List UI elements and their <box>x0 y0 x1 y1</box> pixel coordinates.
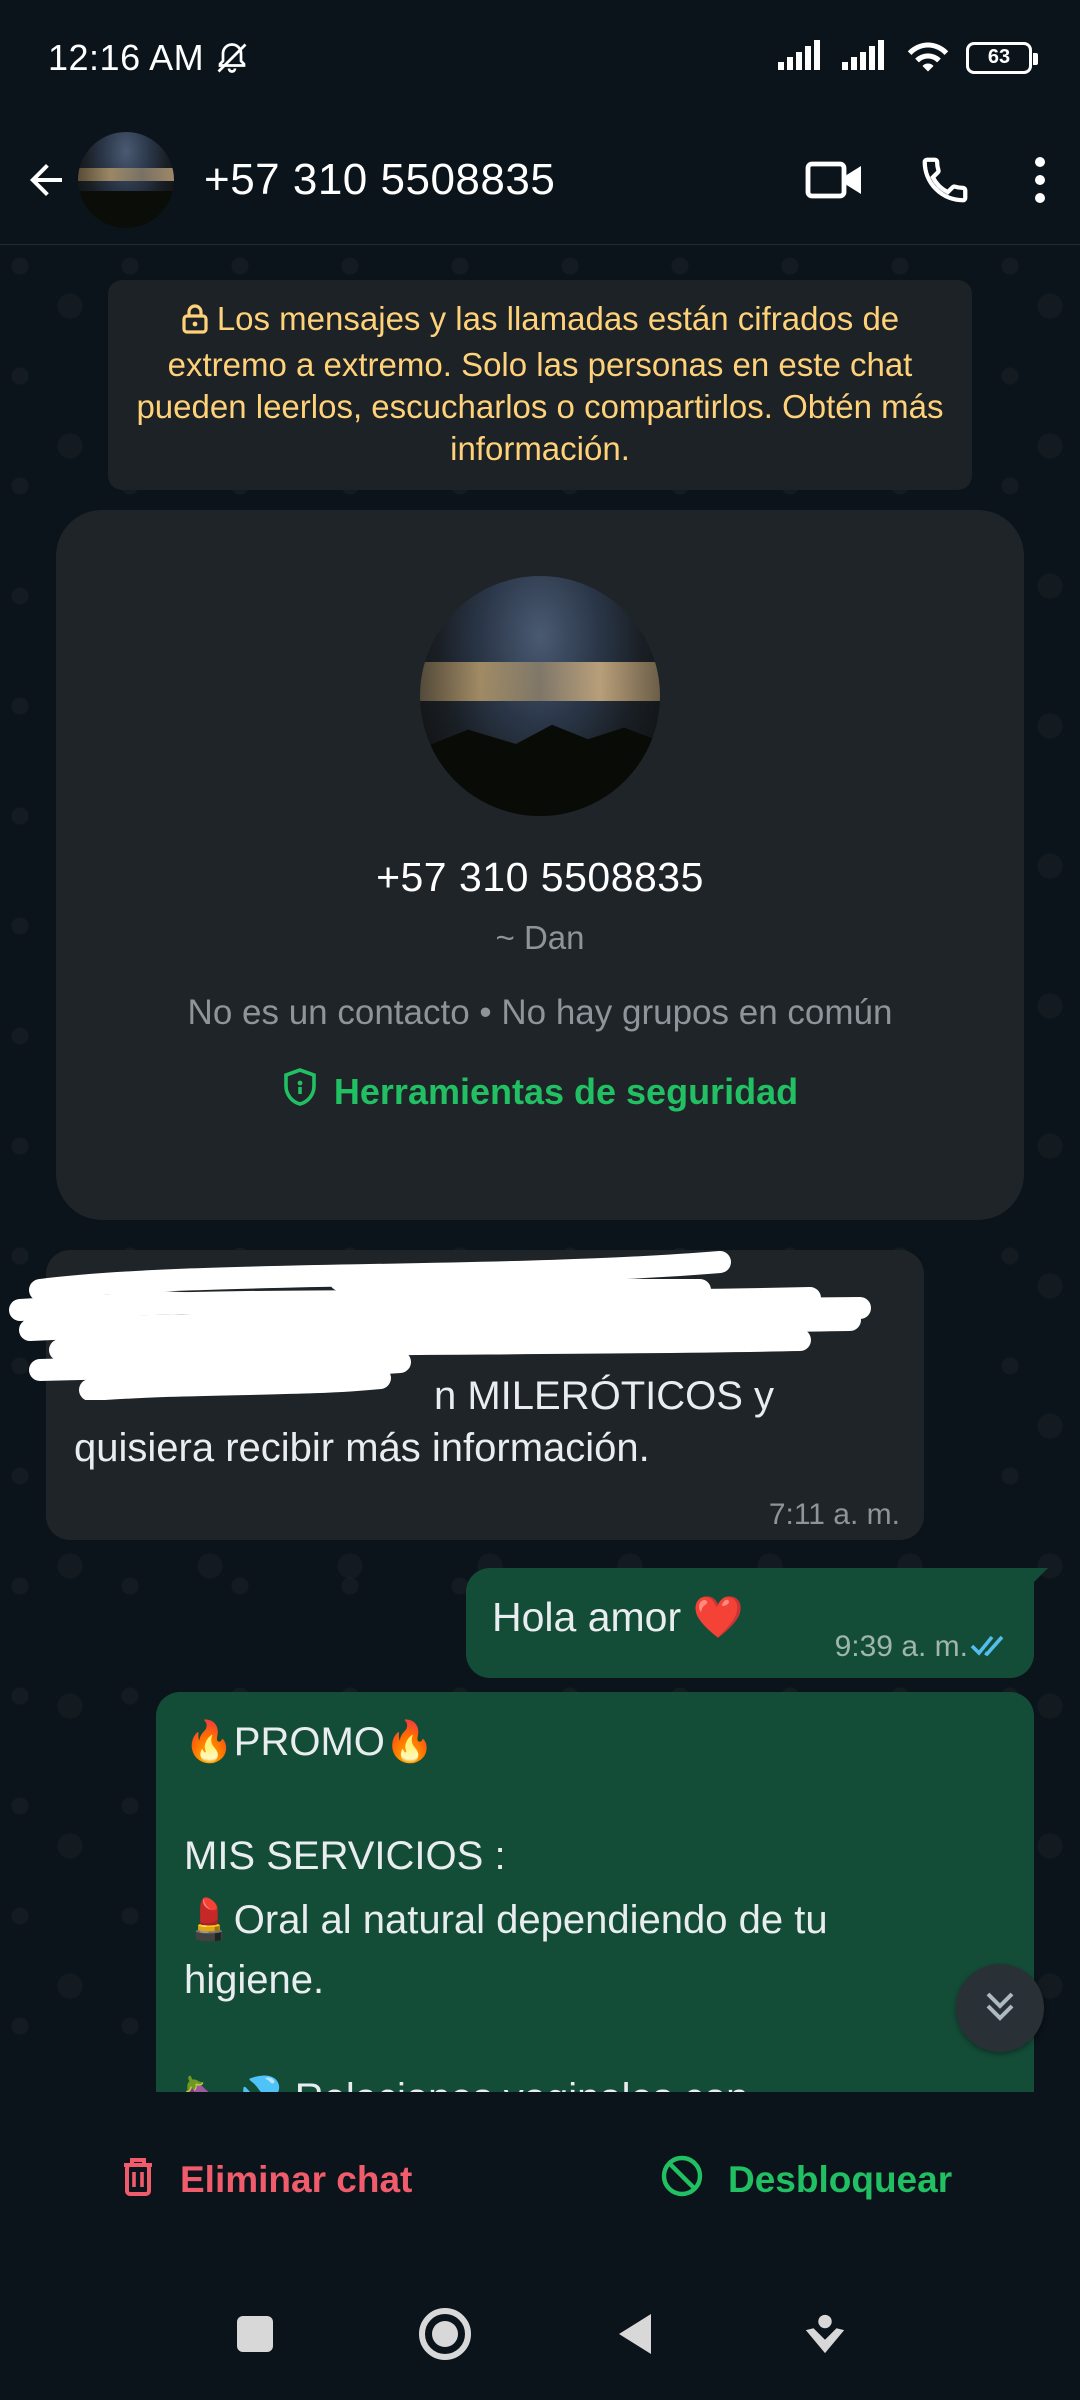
blocked-action-bar: Eliminar chat Desbloquear <box>0 2092 1080 2268</box>
recents-button[interactable] <box>210 2289 300 2379</box>
system-nav-bar <box>0 2268 1080 2400</box>
message-text-line: 🍆💦 Relaciones vaginales con <box>184 2074 748 2092</box>
message-text-line: higiene. <box>184 1958 325 2002</box>
double-chevron-down-icon <box>980 1986 1020 2031</box>
outgoing-message[interactable]: 🔥PROMO🔥 MIS SERVICIOS : 💄Oral al natural… <box>156 1692 1034 2092</box>
signal-icon <box>778 40 826 75</box>
message-text: Hola amor ❤️ <box>492 1594 744 1640</box>
outgoing-message[interactable]: Hola amor ❤️ 9:39 a. m. <box>466 1568 1034 1678</box>
message-text-line: 💄Oral al natural dependiendo de tu <box>184 1898 828 1942</box>
profile-meta: No es un contacto • No hay grupos en com… <box>187 993 893 1032</box>
signal-icon <box>842 40 890 75</box>
encryption-notice-text: Los mensajes y las llamadas están cifrad… <box>136 300 944 467</box>
back-button[interactable] <box>590 2289 680 2379</box>
redaction-scribble <box>9 1251 871 1400</box>
safety-tools-button[interactable]: Herramientas de seguridad <box>282 1067 798 1116</box>
phone-icon[interactable] <box>890 125 1000 235</box>
delete-chat-button[interactable]: Eliminar chat <box>120 2092 412 2268</box>
status-bar: 12:16 AM 63 <box>0 0 1080 115</box>
status-time: 12:16 AM <box>48 36 205 78</box>
unblock-button[interactable]: Desbloquear <box>660 2092 952 2268</box>
home-button[interactable] <box>400 2289 490 2379</box>
chat-title[interactable]: +57 310 5508835 <box>204 155 555 205</box>
block-icon <box>660 2154 704 2207</box>
profile-pushname: ~ Dan <box>495 919 585 956</box>
message-text-line: MIS SERVICIOS : <box>184 1834 506 1878</box>
lock-icon <box>181 302 209 344</box>
more-vert-icon[interactable] <box>1000 125 1080 235</box>
contact-info-card: +57 310 5508835 ~ Dan No es un contacto … <box>56 510 1024 1220</box>
read-ticks-icon <box>970 1631 1014 1664</box>
message-time: 7:11 a. m. <box>768 1498 900 1531</box>
chat-header: +57 310 5508835 <box>0 115 1080 245</box>
encryption-notice[interactable]: Los mensajes y las llamadas están cifrad… <box>108 280 972 490</box>
delete-chat-label: Eliminar chat <box>180 2159 413 2200</box>
unblock-label: Desbloquear <box>728 2159 953 2200</box>
message-text-line: quisiera recibir más información. <box>74 1426 650 1470</box>
profile-photo[interactable] <box>420 576 660 816</box>
chat-area[interactable]: Los mensajes y las llamadas están cifrad… <box>0 246 1080 2092</box>
trash-icon <box>120 2155 156 2206</box>
back-arrow-icon[interactable] <box>18 152 74 208</box>
message-text-line: 🔥PROMO🔥 <box>184 1720 435 1764</box>
avatar[interactable] <box>78 131 174 228</box>
mute-icon <box>214 40 250 76</box>
battery-icon: 63 <box>966 41 1038 74</box>
shield-icon <box>282 1067 318 1116</box>
profile-number: +57 310 5508835 <box>376 854 704 900</box>
accessibility-button[interactable] <box>780 2289 870 2379</box>
scroll-to-bottom-button[interactable] <box>956 1964 1044 2052</box>
message-time: 9:39 a. m. <box>834 1630 968 1663</box>
video-call-icon[interactable] <box>780 125 890 235</box>
incoming-message[interactable]: n MILERÓTICOS y quisiera recibir más inf… <box>9 1250 924 1540</box>
safety-tools-label: Herramientas de seguridad <box>333 1070 799 1112</box>
wifi-icon <box>906 38 950 77</box>
